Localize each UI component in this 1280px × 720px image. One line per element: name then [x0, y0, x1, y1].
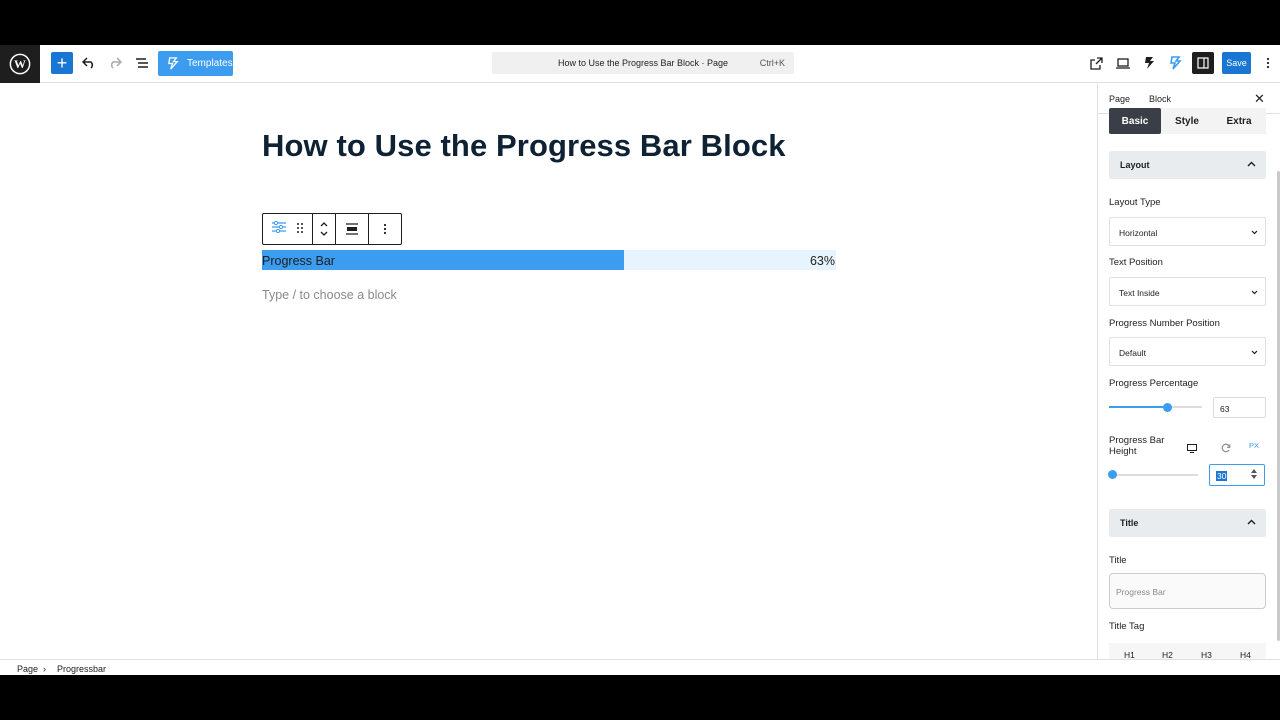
settings-segment-tabs: Basic Style Extra — [1109, 108, 1266, 134]
settings-sidebar: Page Block ✕ Basic Style Extra Layout La… — [1097, 84, 1280, 659]
breadcrumb-page[interactable]: Page — [17, 664, 38, 674]
document-bar[interactable]: How to Use the Progress Bar Block · Page… — [492, 52, 794, 74]
title-input[interactable]: Progress Bar — [1109, 573, 1266, 609]
percentage-value: 63 — [1220, 404, 1230, 414]
editor-app: W + Templates How to Use the Progress Ba… — [0, 45, 1280, 675]
tab-extra[interactable]: Extra — [1213, 108, 1265, 134]
height-slider-track[interactable] — [1112, 474, 1198, 476]
chevron-up-icon — [1247, 159, 1256, 169]
tag-option[interactable]: H3 — [1201, 650, 1212, 659]
plugin-blocks-icon[interactable] — [1166, 53, 1186, 73]
unit-selector[interactable]: PX — [1249, 441, 1259, 450]
percentage-slider-thumb[interactable] — [1163, 403, 1172, 412]
text-position-value: Text Inside — [1119, 288, 1160, 298]
number-position-value: Default — [1119, 348, 1146, 358]
height-number-input[interactable]: 30 — [1209, 464, 1265, 486]
document-title: How to Use the Progress Bar Block · Page — [557, 58, 729, 68]
svg-text:W: W — [14, 57, 26, 71]
tab-style[interactable]: Style — [1161, 108, 1213, 134]
title-panel-title: Title — [1120, 518, 1139, 528]
plugin-b-icon[interactable] — [1140, 53, 1160, 73]
chevron-up-icon — [1247, 517, 1256, 527]
reset-icon[interactable] — [1221, 440, 1231, 458]
view-page-icon[interactable] — [1086, 53, 1106, 73]
percentage-slider-fill — [1109, 406, 1168, 408]
templates-label: Templates — [187, 58, 233, 69]
tab-block[interactable]: Block — [1149, 94, 1171, 104]
progress-bar-block[interactable]: Progress Bar 63% — [262, 250, 836, 270]
command-shortcut: Ctrl+K — [759, 58, 785, 68]
tab-page[interactable]: Page — [1109, 94, 1130, 104]
tag-option[interactable]: H1 — [1124, 650, 1135, 659]
templates-button[interactable]: Templates — [158, 51, 233, 76]
height-label: Progress Bar Height — [1109, 435, 1165, 457]
undo-icon[interactable] — [79, 51, 99, 75]
letterbox-top — [0, 0, 1280, 45]
editor-canvas: How to Use the Progress Bar Block Progre… — [0, 84, 1097, 659]
block-appender-placeholder[interactable]: Type / to choose a block — [262, 288, 397, 302]
device-preview-icon[interactable] — [1113, 53, 1133, 73]
height-value: 30 — [1216, 471, 1228, 481]
settings-sidebar-toggle[interactable] — [1192, 52, 1214, 74]
layout-type-value: Horizontal — [1119, 228, 1158, 238]
height-slider-thumb[interactable] — [1108, 470, 1117, 479]
layout-panel-header[interactable]: Layout — [1109, 151, 1266, 179]
number-position-select[interactable]: Default — [1109, 337, 1266, 366]
desktop-device-icon[interactable] — [1187, 440, 1197, 458]
save-button[interactable]: Save — [1222, 52, 1251, 74]
drag-handle-icon[interactable] — [297, 220, 303, 238]
align-icon[interactable] — [336, 214, 369, 244]
tag-option[interactable]: H2 — [1162, 650, 1173, 659]
layout-type-label: Layout Type — [1109, 197, 1161, 208]
move-up-down-icon[interactable] — [313, 214, 336, 244]
more-options-icon[interactable] — [369, 214, 401, 244]
block-type-icon[interactable] — [271, 220, 287, 238]
block-breadcrumb: Page › Progressbar — [0, 659, 1280, 675]
redo-icon[interactable] — [105, 51, 125, 75]
title-tag-selector: H1 H2 H3 H4 — [1109, 643, 1266, 659]
layout-type-select[interactable]: Horizontal — [1109, 217, 1266, 246]
progress-bar-title: Progress Bar — [262, 254, 335, 268]
letterbox-bottom — [0, 675, 1280, 720]
breadcrumb-progressbar[interactable]: Progressbar — [57, 664, 106, 674]
percentage-label: Progress Percentage — [1109, 378, 1199, 389]
close-icon[interactable]: ✕ — [1254, 91, 1265, 107]
title-input-placeholder: Progress Bar — [1116, 587, 1166, 597]
chevron-down-icon — [1251, 227, 1258, 237]
block-toolbar — [262, 213, 402, 245]
title-panel-header[interactable]: Title — [1109, 509, 1266, 537]
text-position-select[interactable]: Text Inside — [1109, 277, 1266, 306]
tab-basic[interactable]: Basic — [1109, 108, 1161, 134]
chevron-right-icon: › — [43, 664, 46, 674]
document-overview-icon[interactable] — [132, 51, 152, 75]
templates-logo-icon — [168, 57, 179, 70]
wordpress-logo-icon[interactable]: W — [0, 45, 40, 83]
spinner-arrows-icon[interactable] — [1251, 468, 1257, 482]
layout-panel-title: Layout — [1120, 160, 1150, 170]
chevron-down-icon — [1251, 287, 1258, 297]
title-field-label: Title — [1109, 555, 1127, 566]
percentage-number-input[interactable]: 63 — [1213, 397, 1266, 418]
add-block-button[interactable]: + — [51, 52, 73, 74]
editor-top-toolbar: W + Templates How to Use the Progress Ba… — [0, 45, 1280, 83]
progress-bar-percent: 63% — [809, 254, 835, 268]
options-kebab-icon[interactable] — [1260, 53, 1276, 73]
tag-option[interactable]: H4 — [1240, 650, 1251, 659]
text-position-label: Text Position — [1109, 257, 1163, 268]
post-title[interactable]: How to Use the Progress Bar Block — [262, 128, 786, 164]
title-tag-label: Title Tag — [1109, 621, 1145, 632]
chevron-down-icon — [1251, 347, 1258, 357]
number-position-label: Progress Number Position — [1109, 318, 1220, 329]
